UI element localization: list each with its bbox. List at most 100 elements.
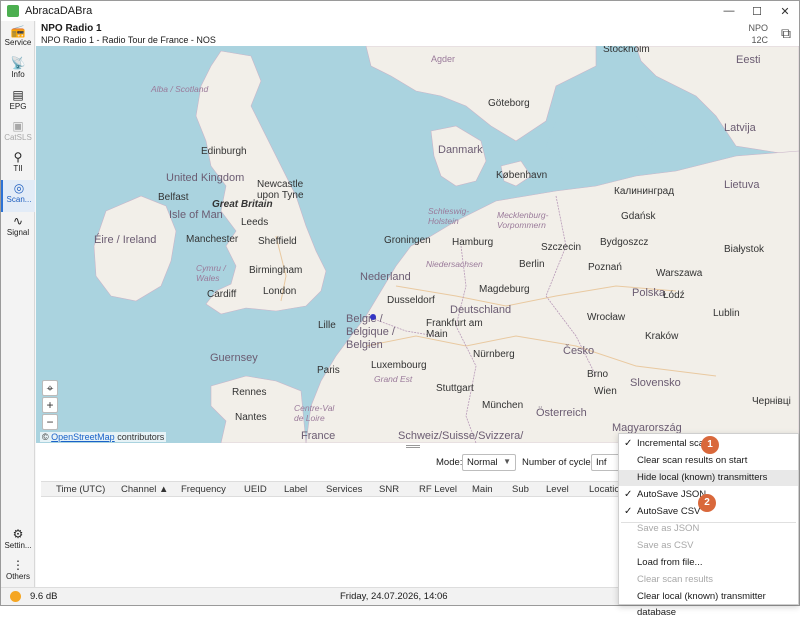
map-label: Frankfurt am Main [426, 318, 483, 340]
map-label: Sheffield [258, 236, 297, 247]
menu-item-save-csv[interactable]: Save as CSV [619, 538, 798, 554]
sidebar-item-label: CatSLS [4, 133, 32, 142]
zoom-in-button[interactable]: + [42, 397, 58, 413]
map-label: Paris [317, 365, 340, 376]
map-label: Österreich [536, 407, 587, 419]
locate-button[interactable]: ⌖ [42, 380, 58, 396]
splitter-handle[interactable] [406, 445, 420, 448]
sidebar-item-label: Service [4, 38, 32, 47]
map-label: Lublin [713, 308, 740, 319]
mode-select[interactable]: Normal ▼ [462, 454, 516, 471]
map-label: United Kingdom [166, 172, 245, 184]
sidebar-item-label: Scan... [6, 195, 32, 204]
sidebar-item-others[interactable]: ⋮ Others [1, 557, 35, 587]
map-label: London [263, 286, 297, 297]
column-header[interactable]: Label [284, 484, 307, 495]
map-label: Eesti [736, 54, 761, 66]
column-header[interactable]: Frequency [181, 484, 226, 495]
sidebar-item-label: Info [11, 70, 25, 79]
column-header[interactable]: Services [326, 484, 362, 495]
map-label: Stockholm [603, 46, 650, 55]
popout-icon[interactable]: ⧉ [781, 25, 791, 42]
map-label: Nantes [235, 412, 267, 423]
transmitter-marker[interactable] [370, 314, 376, 320]
map-label: Mecklenburg-Vorpommern [497, 210, 549, 230]
menu-item-clear-database[interactable]: Clear local (known) transmitter database [619, 589, 798, 618]
column-header[interactable]: RF Level [419, 484, 457, 495]
column-header[interactable]: SNR [379, 484, 399, 495]
map-label: Centre-Val de Loire [294, 403, 335, 423]
map-label: Bydgoszcz [600, 237, 649, 248]
map-label: Isle of Man [169, 209, 223, 221]
map-label: Poznań [588, 262, 622, 273]
column-header[interactable]: Main [472, 484, 493, 495]
map-label: Wien [594, 386, 617, 397]
map-label: Калининград [614, 186, 675, 197]
map-label: Éire / Ireland [94, 234, 157, 246]
map-view[interactable]: Stockholm Agder Göteborg Eesti Latvija A… [36, 46, 799, 443]
map-label: Kraków [645, 331, 679, 342]
broadcast-icon: 📡 [10, 56, 26, 70]
map-label: Belfast [158, 192, 189, 203]
map-label: Nürnberg [473, 349, 515, 360]
close-button[interactable]: ✕ [771, 1, 799, 21]
map-label: Białystok [724, 244, 765, 255]
sidebar-item-signal[interactable]: ∿ Signal [1, 213, 35, 243]
menu-item-label: Clear scan results [637, 574, 714, 585]
menu-item-hide-local[interactable]: Hide local (known) transmitters [619, 470, 798, 486]
slideshow-icon: ▣ [12, 119, 24, 133]
scan-context-menu: ✓ Incremental scan Clear scan results on… [618, 433, 799, 618]
sidebar-item-info[interactable]: 📡 Info [1, 55, 35, 85]
sidebar: 📻 Service 📡 Info ▤ EPG ▣ CatSLS ⚲ TII ◎ … [1, 21, 35, 587]
map-label: København [496, 170, 548, 181]
mode-value: Normal [467, 457, 498, 468]
column-header[interactable]: Time (UTC) [56, 484, 105, 495]
sidebar-item-tii[interactable]: ⚲ TII [1, 149, 35, 179]
copyright-symbol: © [42, 432, 49, 442]
map-label: Szczecin [541, 242, 582, 253]
column-header[interactable]: Level [546, 484, 569, 495]
sidebar-item-scan[interactable]: ◎ Scan... [1, 180, 35, 212]
maximize-button[interactable]: ☐ [743, 1, 771, 21]
menu-item-clear-results[interactable]: Clear scan results [619, 572, 798, 588]
sidebar-item-label: EPG [9, 102, 27, 111]
map-label: Lietuva [724, 179, 760, 191]
map-label: Gdańsk [621, 211, 656, 222]
column-header[interactable]: Channel ▲ [121, 484, 168, 495]
osm-link[interactable]: OpenStreetMap [51, 432, 115, 442]
map-label: Niedersachsen [426, 259, 483, 269]
sidebar-item-label: TII [13, 164, 23, 173]
menu-item-label: Save as CSV [637, 540, 694, 551]
map-label: München [482, 400, 524, 411]
callout-badge-2: 2 [698, 494, 716, 512]
column-header[interactable]: UEID [244, 484, 267, 495]
check-icon: ✓ [624, 489, 633, 500]
menu-item-label: AutoSave JSON [637, 489, 707, 500]
ensemble-name: NPO [748, 23, 768, 33]
menu-item-save-json[interactable]: Save as JSON [619, 521, 798, 537]
minimize-button[interactable]: — [715, 1, 743, 21]
station-name: NPO Radio 1 [41, 23, 102, 34]
sidebar-item-epg[interactable]: ▤ EPG [1, 87, 35, 117]
sidebar-item-label: Signal [6, 228, 30, 237]
sidebar-item-service[interactable]: 📻 Service [1, 23, 35, 53]
map-label: Wrocław [587, 312, 626, 323]
map-label: Agder [431, 54, 456, 64]
menu-item-clear-on-start[interactable]: Clear scan results on start [619, 453, 798, 469]
attribution-suffix: contributors [117, 432, 165, 442]
map-label: Magdeburg [479, 284, 530, 295]
mode-label: Mode: [436, 457, 463, 468]
column-header[interactable]: Sub [512, 484, 529, 495]
service-header: NPO Radio 1 NPO Radio 1 - Radio Tour de … [36, 21, 799, 46]
sidebar-item-settings[interactable]: ⚙ Settin... [1, 526, 35, 556]
callout-badge-1: 1 [701, 436, 719, 454]
map-label: Rennes [232, 387, 267, 398]
map-label: Guernsey [210, 352, 258, 364]
sidebar-item-catsls[interactable]: ▣ CatSLS [1, 118, 35, 148]
map-label: Manchester [186, 234, 239, 245]
map-label: Hamburg [452, 237, 494, 248]
map-label: Polska [632, 287, 666, 299]
menu-item-load-file[interactable]: Load from file... [619, 555, 798, 571]
zoom-out-button[interactable]: − [42, 414, 58, 430]
cycles-label: Number of cycles: [522, 457, 599, 468]
